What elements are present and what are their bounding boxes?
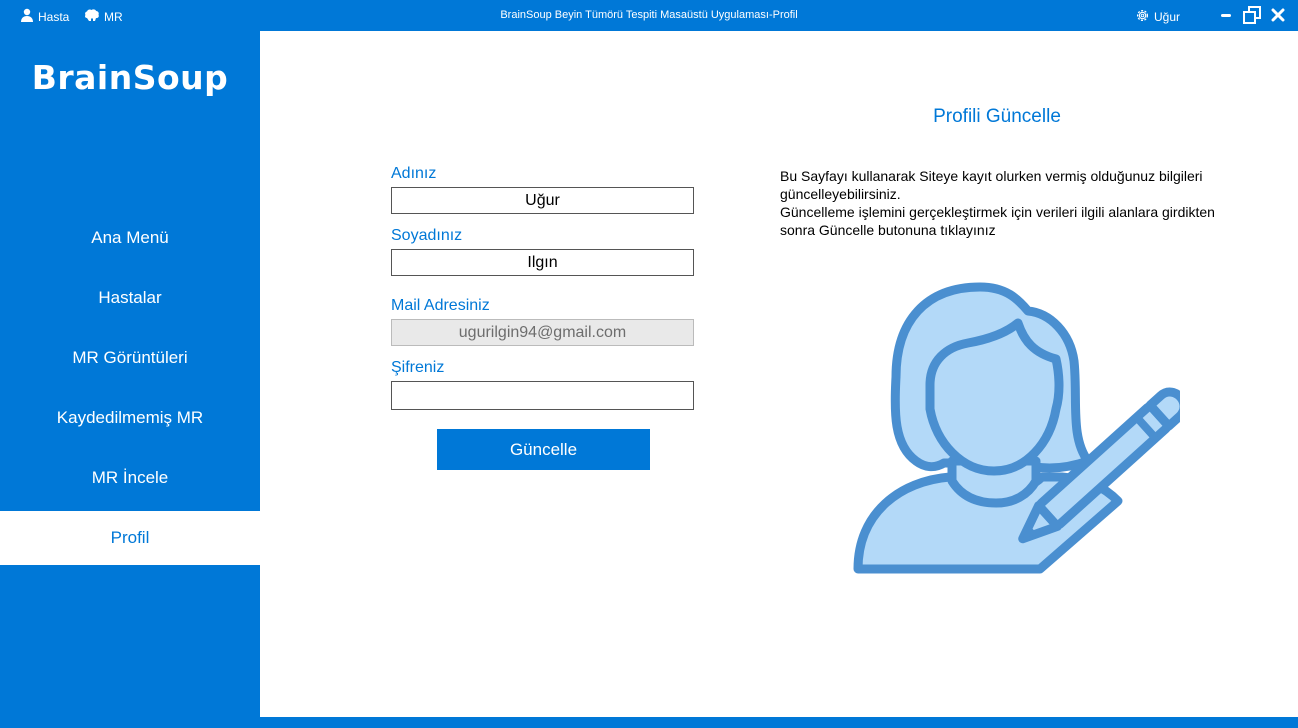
last-name-field[interactable] — [391, 249, 694, 276]
description-text: Bu Sayfayı kullanarak Siteye kayıt olurk… — [780, 167, 1250, 239]
description-line-2: güncelleyebilirsiniz. — [780, 186, 901, 202]
title-bar: Hasta MR BrainSoup Beyin Tümörü Tespiti … — [0, 0, 1298, 31]
sidebar-item-profil[interactable]: Profil — [0, 511, 260, 565]
sidebar-item-mr-goruntuleri[interactable]: MR Görüntüleri — [0, 328, 260, 388]
first-name-label: Adınız — [391, 165, 437, 182]
update-button[interactable]: Güncelle — [437, 429, 650, 470]
minimize-icon[interactable] — [1216, 5, 1236, 25]
bottom-strip — [260, 717, 1298, 728]
description-line-4: sonra Güncelle butonuna tıklayınız — [780, 222, 996, 238]
main-content: Adınız Soyadınız Mail Adresiniz Şifreniz… — [260, 31, 1298, 717]
user-settings[interactable]: Uğur — [1135, 8, 1180, 26]
sidebar-item-mr-incele[interactable]: MR İncele — [0, 448, 260, 508]
first-name-field[interactable] — [391, 187, 694, 214]
brand-logo: BrainSoup — [31, 58, 229, 97]
window-controls — [1216, 5, 1288, 25]
email-field — [391, 319, 694, 346]
sidebar-item-kaydedilmemis-mr[interactable]: Kaydedilmemiş MR — [0, 388, 260, 448]
user-name-label: Uğur — [1154, 10, 1181, 24]
password-label: Şifreniz — [391, 359, 445, 376]
description-line-1: Bu Sayfayı kullanarak Siteye kayıt olurk… — [780, 168, 1203, 184]
sidebar: BrainSoup Ana Menü Hastalar MR Görüntüle… — [0, 31, 260, 728]
restore-icon[interactable] — [1242, 5, 1262, 25]
user-edit-illustration — [850, 281, 1189, 601]
sidebar-nav: Ana Menü Hastalar MR Görüntüleri Kaydedi… — [0, 208, 260, 565]
email-label: Mail Adresiniz — [391, 297, 490, 314]
description-line-3: Güncelleme işlemini gerçekleştirmek için… — [780, 204, 1215, 220]
close-icon[interactable] — [1268, 5, 1288, 25]
sidebar-item-hastalar[interactable]: Hastalar — [0, 268, 260, 328]
password-field[interactable] — [391, 381, 694, 410]
page-title: Profili Güncelle — [933, 106, 1061, 127]
gear-icon — [1135, 8, 1150, 26]
sidebar-item-ana-menu[interactable]: Ana Menü — [0, 208, 260, 268]
last-name-label: Soyadınız — [391, 227, 463, 244]
window-title: BrainSoup Beyin Tümörü Tespiti Masaüstü … — [500, 9, 798, 21]
